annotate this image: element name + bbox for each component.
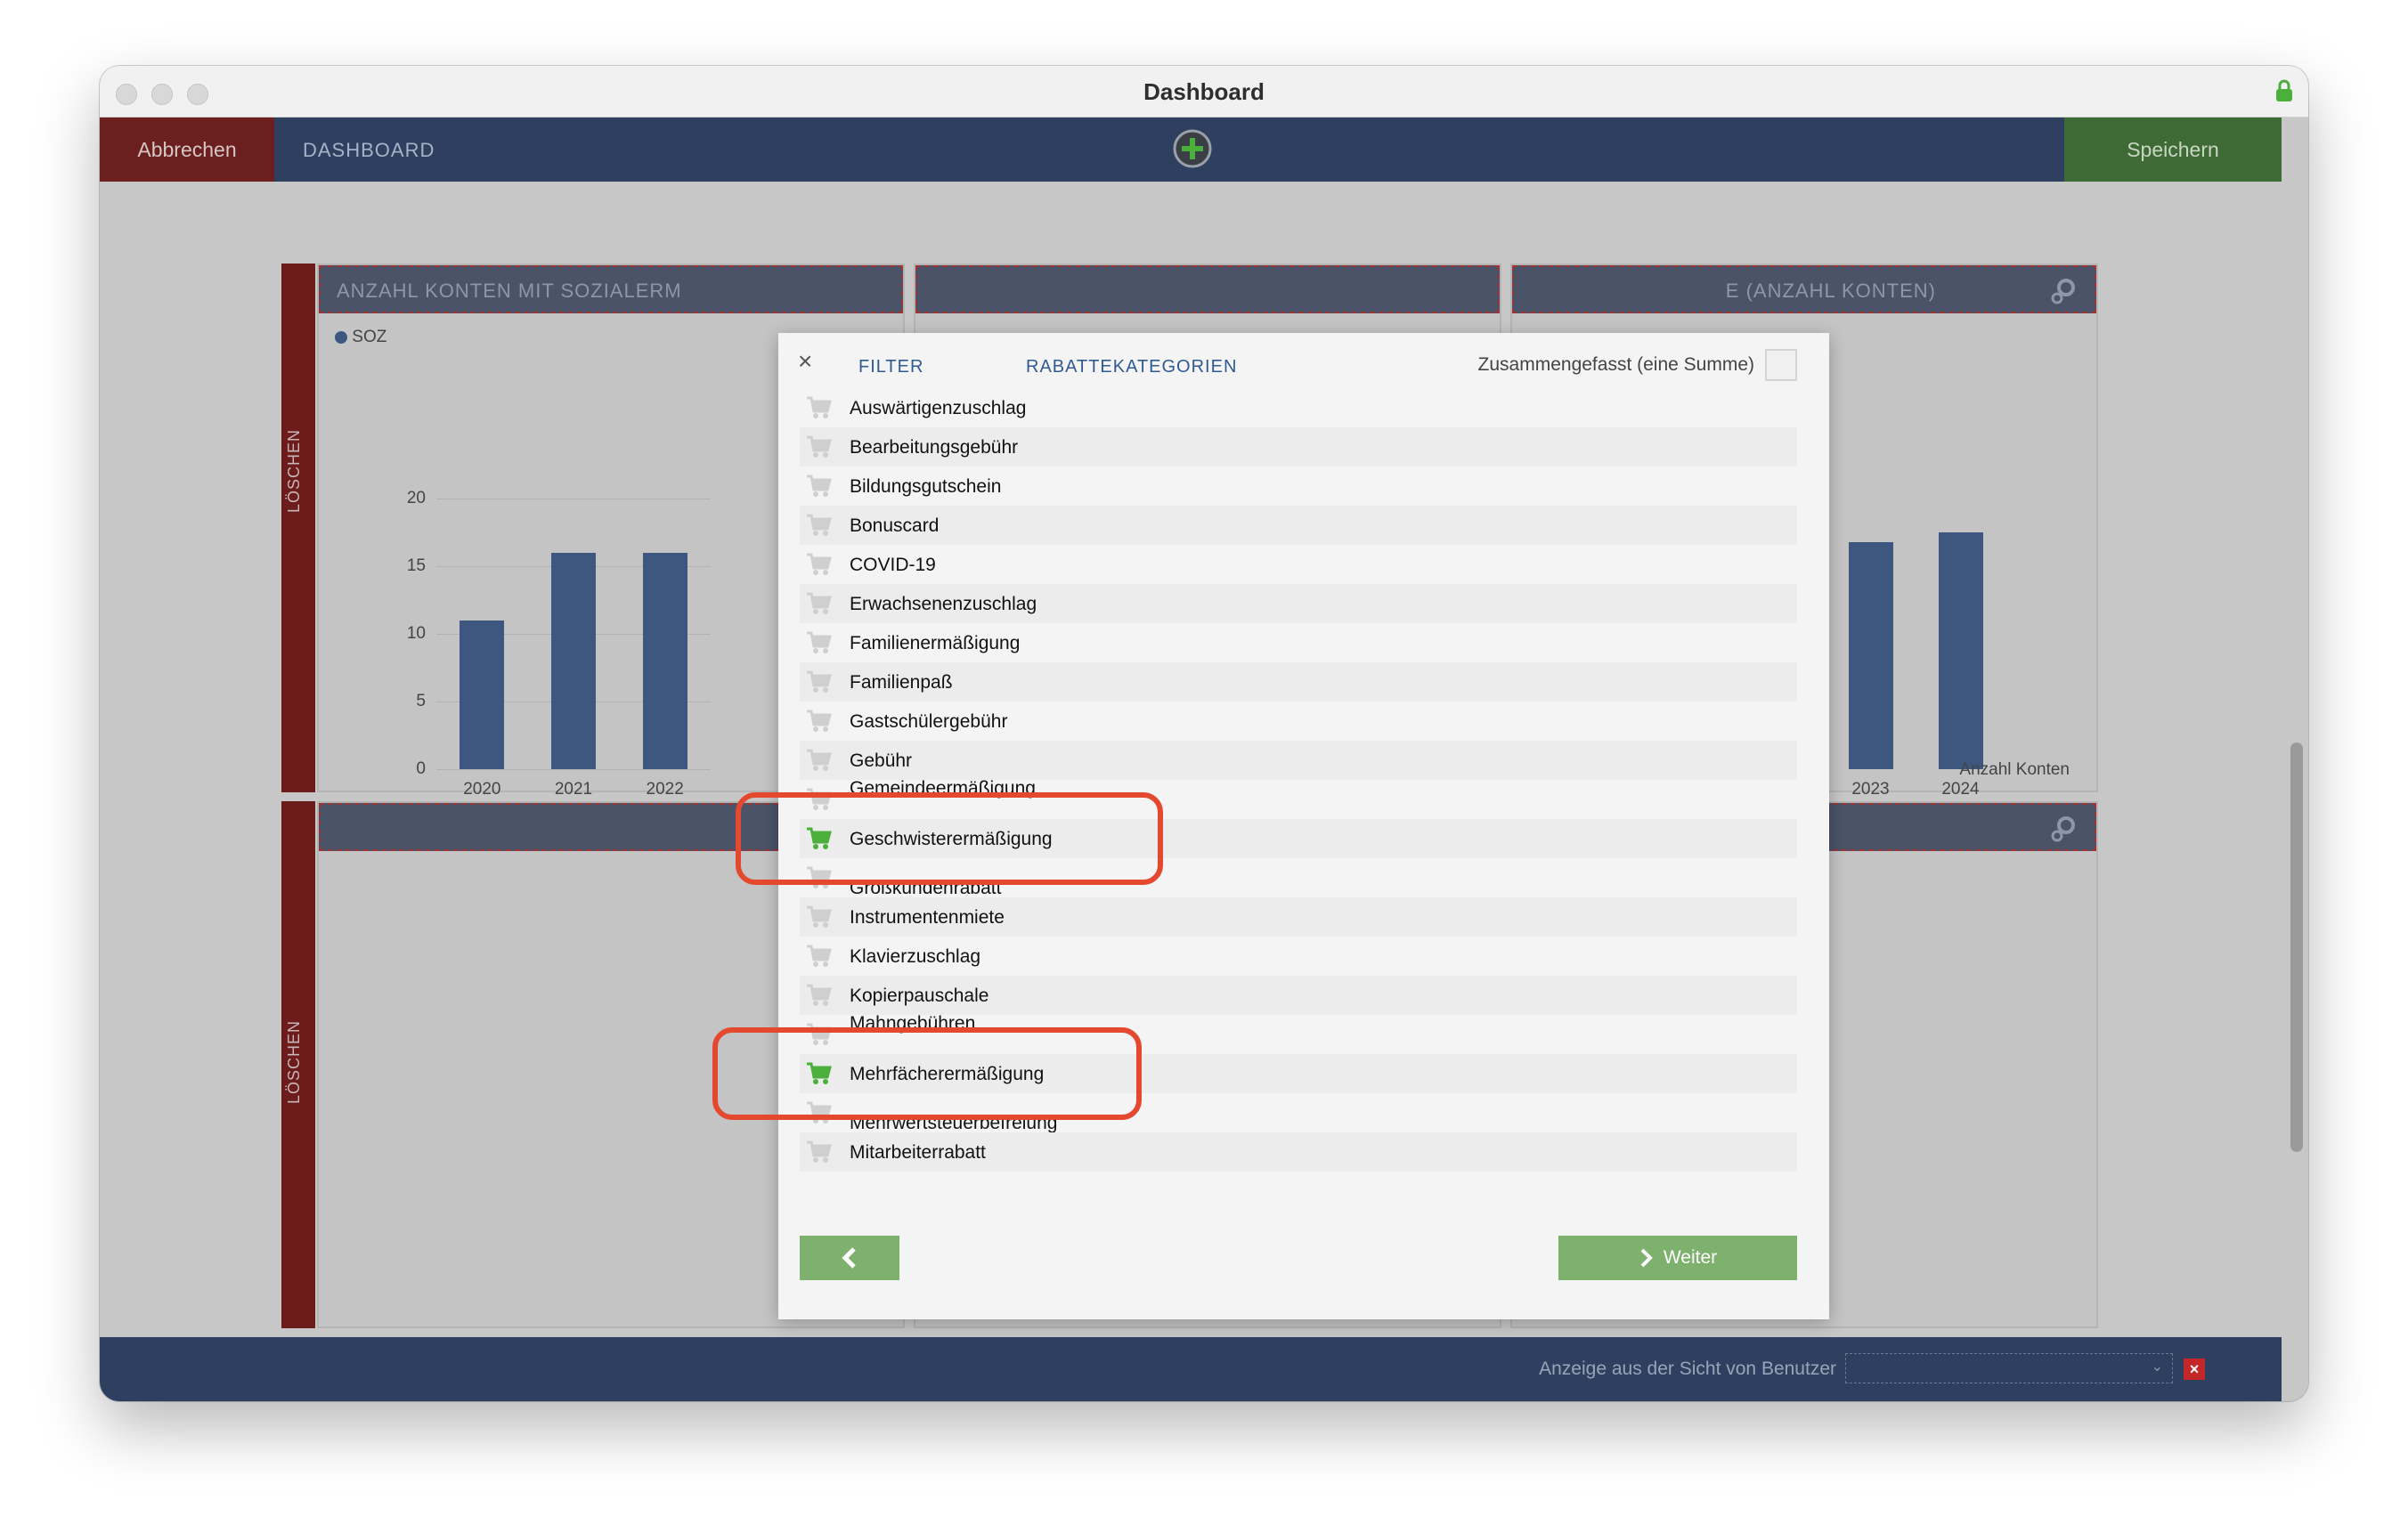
- chart-bar: [460, 620, 505, 769]
- panel-header[interactable]: [915, 265, 1500, 313]
- category-item-label: Familienpaß: [850, 672, 953, 693]
- category-item[interactable]: Bearbeitungsgebühr: [800, 427, 1797, 466]
- cart-icon: [805, 591, 832, 620]
- y-tick-label: 5: [416, 692, 426, 710]
- category-item-label: Bearbeitungsgebühr: [850, 437, 1019, 458]
- cart-icon: [805, 395, 832, 425]
- category-item[interactable]: Familienpaß: [800, 662, 1797, 702]
- category-item[interactable]: Auswärtigenzuschlag: [800, 388, 1797, 427]
- next-button[interactable]: Weiter: [1558, 1236, 1797, 1280]
- discount-category-dialog: × FILTER RABATTEKATEGORIEN Zusammengefas…: [712, 333, 1829, 1319]
- view-as-user-select[interactable]: ⌄: [1845, 1353, 2173, 1383]
- window-title: Dashboard: [1143, 78, 1265, 105]
- cart-icon: [805, 513, 832, 542]
- y-tick-label: 15: [406, 556, 426, 575]
- cart-icon: [805, 709, 832, 738]
- chevron-right-icon: [1640, 1248, 1653, 1268]
- category-item[interactable]: Kopierpauschale: [800, 976, 1797, 1015]
- chart-bar: [1848, 541, 1893, 769]
- cart-icon: [805, 630, 832, 660]
- category-item[interactable]: COVID-19: [800, 545, 1797, 584]
- x-tick-label: 2022: [646, 780, 684, 799]
- cart-icon: [805, 552, 832, 581]
- close-icon[interactable]: ×: [798, 347, 812, 376]
- highlight-box: [712, 1027, 1142, 1120]
- delete-label: LÖSCHEN: [285, 428, 303, 513]
- cart-icon: [805, 944, 832, 973]
- category-item[interactable]: Bonuscard: [800, 506, 1797, 545]
- category-item[interactable]: Gebühr: [800, 741, 1797, 780]
- add-widget-button[interactable]: [1172, 128, 1213, 174]
- highlight-box: [736, 792, 1163, 885]
- category-item-label: Kopierpauschale: [850, 986, 989, 1006]
- category-item[interactable]: Gastschülergebühr: [800, 702, 1797, 741]
- cart-icon: [805, 474, 832, 503]
- lock-icon: [2274, 78, 2294, 108]
- view-as-user-label: Anzeige aus der Sicht von Benutzer: [1539, 1359, 1836, 1379]
- back-button[interactable]: [800, 1236, 899, 1280]
- y-tick-label: 10: [406, 624, 426, 643]
- app-window: Dashboard Abbrechen DASHBOARD Speichern …: [100, 66, 2308, 1401]
- plus-circle-icon: [1173, 129, 1212, 168]
- right-x-axis-label: Anzahl Konten: [1959, 760, 2070, 779]
- category-item-label: Familienermäßigung: [850, 633, 1021, 653]
- summarize-label: Zusammengefasst (eine Summe): [1477, 354, 1754, 375]
- chart-bar: [1938, 532, 1983, 769]
- tab-filter[interactable]: FILTER: [858, 357, 923, 377]
- delete-label: LÖSCHEN: [285, 1019, 303, 1104]
- next-button-label: Weiter: [1663, 1247, 1718, 1268]
- category-item-label: Erwachsenenzuschlag: [850, 594, 1037, 614]
- category-item[interactable]: Familienermäßigung: [800, 623, 1797, 662]
- x-tick-label: 2023: [1851, 780, 1890, 799]
- category-item[interactable]: Erwachsenenzuschlag: [800, 584, 1797, 623]
- cart-icon: [805, 748, 832, 777]
- save-button[interactable]: Speichern: [2064, 118, 2282, 182]
- gridline: [436, 769, 711, 770]
- cart-icon: [805, 983, 832, 1012]
- category-item[interactable]: Instrumentenmiete: [800, 897, 1797, 937]
- title-bar: Dashboard: [100, 66, 2308, 118]
- nav-dashboard[interactable]: DASHBOARD: [303, 139, 435, 162]
- category-item[interactable]: Klavierzuschlag: [800, 937, 1797, 976]
- category-item-label: Bildungsgutschein: [850, 476, 1002, 497]
- top-toolbar: Abbrechen DASHBOARD Speichern: [100, 118, 2282, 182]
- delete-strip-top-left[interactable]: LÖSCHEN: [281, 264, 315, 792]
- category-item-label: Gastschülergebühr: [850, 711, 1008, 732]
- x-tick-label: 2021: [554, 780, 593, 799]
- cart-icon: [805, 434, 832, 464]
- category-item-label: Gebühr: [850, 750, 913, 771]
- cancel-button[interactable]: Abbrechen: [100, 118, 274, 182]
- clear-user-button[interactable]: ×: [2184, 1359, 2205, 1380]
- x-tick-label: 2020: [463, 780, 501, 799]
- bottom-bar: Anzeige aus der Sicht von Benutzer ⌄ ×: [100, 1337, 2282, 1401]
- tab-discount-categories[interactable]: RABATTEKATEGORIEN: [1026, 357, 1237, 377]
- x-tick-label: 2024: [1941, 780, 1980, 799]
- summarize-checkbox[interactable]: [1765, 349, 1797, 381]
- cart-icon: [805, 1140, 832, 1169]
- chevron-down-icon: ⌄: [2151, 1359, 2163, 1375]
- cart-icon: [805, 669, 832, 699]
- vertical-scrollbar[interactable]: [2290, 742, 2303, 1152]
- delete-strip-bottom-left[interactable]: LÖSCHEN: [281, 801, 315, 1328]
- category-item-label: Auswärtigenzuschlag: [850, 398, 1027, 418]
- y-tick-label: 0: [416, 759, 426, 778]
- category-item-label: COVID-19: [850, 555, 936, 575]
- chart-bar: [642, 552, 687, 769]
- category-item-label: Instrumentenmiete: [850, 907, 1005, 928]
- chart-bar: [551, 552, 596, 769]
- category-item-label: Bonuscard: [850, 515, 940, 536]
- category-item-label: Klavierzuschlag: [850, 946, 981, 967]
- category-item[interactable]: Bildungsgutschein: [800, 466, 1797, 506]
- category-item[interactable]: Mitarbeiterrabatt: [800, 1132, 1797, 1172]
- chevron-left-icon: [842, 1247, 856, 1269]
- y-tick-label: 20: [406, 489, 426, 507]
- category-item-label: Mitarbeiterrabatt: [850, 1142, 986, 1163]
- cart-icon: [805, 904, 832, 934]
- gear-icon[interactable]: [2048, 814, 2079, 848]
